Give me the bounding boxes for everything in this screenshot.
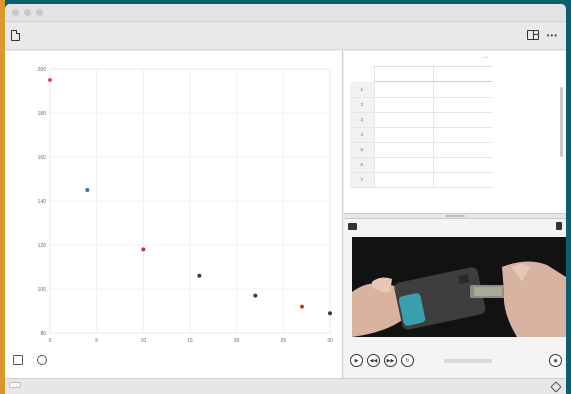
x-tick-label: 0 [49,338,52,344]
layout-icon[interactable] [526,30,539,40]
video-scene-image [352,237,566,337]
data-point[interactable] [328,311,332,316]
window-controls[interactable] [12,9,43,16]
graph-pane[interactable]: 0 5 10 15 20 25 30 80 100 120 140 160 180 200 [5,51,343,378]
status-button[interactable] [9,382,21,388]
zoom-icon[interactable] [37,355,47,365]
x-tick-label: 15 [187,338,193,344]
table-cell-col2[interactable] [432,142,492,158]
data-point[interactable] [300,304,304,309]
y-tick-label: 120 [38,243,47,249]
video-controls: ▶ ◀◀ ▶▶ ↻ [350,354,492,367]
table-cell-col2[interactable] [432,112,492,128]
table-row[interactable]: 3 [350,112,492,128]
table-cell-col2[interactable] [432,127,492,143]
y-tick-label: 180 [38,111,47,117]
row-number[interactable]: 3 [350,112,374,128]
data-point[interactable] [253,293,258,298]
table-row[interactable]: 4 [350,127,492,143]
y-tick-label: 140 [38,199,47,205]
table-cell-col1[interactable] [373,172,433,188]
column-header-1[interactable] [374,67,433,81]
table-cell-col2[interactable] [432,172,492,188]
y-tick-label: 100 [38,287,47,293]
close-window-button[interactable] [12,9,19,16]
data-table: 1234567 [350,82,492,188]
data-point[interactable] [48,78,52,82]
table-row[interactable]: 7 [350,172,492,188]
title-bar [5,4,566,22]
desktop-edge-right [566,0,571,394]
table-cell-col2[interactable] [432,157,492,173]
trash-icon[interactable] [556,222,562,230]
play-icon[interactable]: ▶ [350,354,363,367]
table-scrollbar[interactable] [560,87,563,157]
y-tick-label: 200 [38,67,47,73]
scatter-chart[interactable]: 0 5 10 15 20 25 30 80 100 120 140 160 180 200 [5,51,343,351]
minimize-window-button[interactable] [24,9,31,16]
y-tick-label: 160 [38,155,47,161]
document-icon [11,30,20,41]
table-row[interactable]: 2 [350,97,492,113]
table-cell-col1[interactable] [373,142,433,158]
row-number[interactable]: 6 [350,157,374,173]
data-point[interactable] [197,273,202,278]
video-frame[interactable] [352,237,566,337]
row-number[interactable]: 2 [350,97,374,113]
ellipsis-icon[interactable]: ••• [547,31,558,40]
row-number[interactable]: 4 [350,127,374,143]
table-cell-col2[interactable] [432,97,492,113]
right-pane: ⋯ 1234567 ▶ ◀◀ ▶▶ ↻ ◉ [344,51,566,378]
row-number[interactable]: 7 [350,172,374,188]
table-cell-col1[interactable] [373,157,433,173]
data-point[interactable] [85,188,90,192]
toolbar: ••• [5,22,566,50]
y-tick-label: 80 [40,331,46,337]
skip-forward-icon[interactable]: ▶▶ [384,354,397,367]
dataset-header[interactable]: ⋯ [374,55,492,65]
column-headers [374,66,492,82]
x-tick-label: 5 [95,338,98,344]
video-camera-icon[interactable] [348,222,357,230]
table-row[interactable]: 5 [350,142,492,158]
status-bar [5,378,566,394]
video-pane: ▶ ◀◀ ▶▶ ↻ ◉ [344,219,566,378]
app-window: ••• 0 5 10 15 20 25 30 80 100 120 140 160 180 200 ⋯ 1… [5,4,566,394]
loop-icon[interactable]: ↻ [401,354,414,367]
row-number[interactable]: 5 [350,142,374,158]
pin-icon[interactable] [550,381,562,393]
data-point[interactable] [141,247,146,252]
row-number[interactable]: 1 [350,82,374,98]
table-row[interactable]: 6 [350,157,492,173]
table-cell-col1[interactable] [373,127,433,143]
table-cell-col1[interactable] [373,112,433,128]
table-cell-col1[interactable] [373,82,433,98]
column-header-2[interactable] [433,67,492,81]
x-tick-label: 20 [234,338,240,344]
graph-settings-icon[interactable] [13,355,23,365]
video-scrubber[interactable] [444,358,492,363]
dataset-menu-icon[interactable]: ⋯ [483,55,488,61]
skip-back-icon[interactable]: ◀◀ [367,354,380,367]
volume-icon[interactable]: ◉ [549,354,562,367]
table-cell-col2[interactable] [432,82,492,98]
x-tick-label: 30 [327,338,333,344]
x-tick-label: 25 [281,338,287,344]
table-row[interactable]: 1 [350,82,492,98]
splitter-grip[interactable] [445,215,465,217]
zoom-window-button[interactable] [36,9,43,16]
x-tick-label: 10 [141,338,147,344]
table-cell-col1[interactable] [373,97,433,113]
data-table-pane: ⋯ 1234567 [344,51,566,213]
